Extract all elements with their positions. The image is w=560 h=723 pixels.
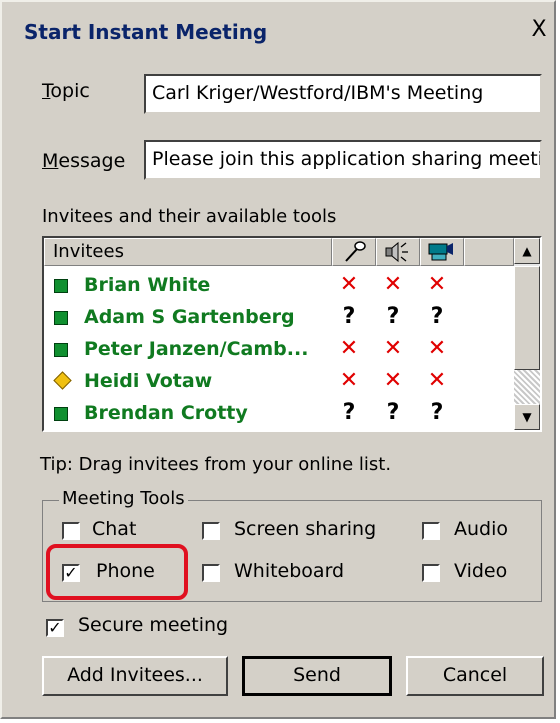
invitee-row[interactable]: Brian White ✕ ✕ ✕ xyxy=(44,270,514,302)
online-status-icon xyxy=(54,407,68,421)
microphone-icon xyxy=(345,241,366,262)
invitee-name: Peter Janzen/Camb... xyxy=(84,338,309,360)
tool-unavailable-icon: ✕ xyxy=(383,336,403,361)
invitee-name: Heidi Votaw xyxy=(84,370,213,392)
drag-tip: Tip: Drag invitees from your online list… xyxy=(40,454,392,475)
invitees-section-label: Invitees and their available tools xyxy=(42,206,337,227)
dialog-title: Start Instant Meeting xyxy=(24,20,268,44)
scroll-up-button[interactable]: ▲ xyxy=(514,238,540,264)
tool-unavailable-icon: ✕ xyxy=(383,272,403,297)
tool-unavailable-icon: ✕ xyxy=(339,368,359,393)
tool-unavailable-icon: ✕ xyxy=(339,272,359,297)
whiteboard-label[interactable]: Whiteboard xyxy=(234,560,344,582)
speaker-column-header[interactable] xyxy=(376,238,420,266)
tool-unknown-icon: ? xyxy=(342,304,356,329)
invitees-scrollbar[interactable]: ▲ ▼ xyxy=(514,238,540,430)
audio-label[interactable]: Audio xyxy=(454,518,508,540)
video-camera-icon xyxy=(428,243,453,261)
whiteboard-checkbox[interactable] xyxy=(202,564,220,582)
screen-sharing-label[interactable]: Screen sharing xyxy=(234,518,376,540)
online-status-icon xyxy=(54,311,68,325)
add-invitees-button[interactable]: Add Invitees... xyxy=(42,656,228,696)
away-status-icon xyxy=(53,371,72,390)
message-label: Message xyxy=(42,150,126,172)
tool-unknown-icon: ? xyxy=(430,304,444,329)
close-button[interactable]: X xyxy=(527,18,551,42)
tool-unavailable-icon: ✕ xyxy=(383,368,403,393)
tool-unknown-icon: ? xyxy=(386,400,400,425)
tool-unknown-icon: ? xyxy=(430,400,444,425)
online-status-icon xyxy=(54,343,68,357)
scroll-down-button[interactable]: ▼ xyxy=(514,404,540,430)
invitee-name: Brendan Crotty xyxy=(84,402,248,424)
audio-column-header[interactable] xyxy=(332,238,376,266)
invitee-row[interactable]: Adam S Gartenberg??? xyxy=(44,302,514,334)
tool-unavailable-icon: ✕ xyxy=(427,336,447,361)
secure-meeting-label[interactable]: Secure meeting xyxy=(78,614,228,636)
invitee-row[interactable]: Brendan Crotty??? xyxy=(44,398,514,430)
tool-unknown-icon: ? xyxy=(342,400,356,425)
tool-unavailable-icon: ✕ xyxy=(427,272,447,297)
invitees-list[interactable]: Invitees Brian White ✕ ✕ ✕ Adam S Garten… xyxy=(42,236,542,432)
start-instant-meeting-dialog: Start Instant Meeting X Topic Carl Krige… xyxy=(0,0,556,719)
speaker-icon xyxy=(385,241,408,263)
scroll-track[interactable] xyxy=(514,370,540,404)
video-checkbox[interactable] xyxy=(422,564,440,582)
video-column-header[interactable] xyxy=(420,238,464,266)
secure-meeting-checkbox[interactable]: ✓ xyxy=(46,619,64,637)
chat-label[interactable]: Chat xyxy=(92,518,136,540)
meeting-tools-title: Meeting Tools xyxy=(59,488,188,509)
topic-label: Topic xyxy=(42,80,90,102)
invitees-column-header[interactable]: Invitees xyxy=(44,238,332,266)
invitee-name: Adam S Gartenberg xyxy=(84,306,295,328)
header-filler xyxy=(464,238,514,266)
invitee-row[interactable]: Heidi Votaw ✕ ✕ ✕ xyxy=(44,366,514,398)
chat-checkbox[interactable] xyxy=(62,522,80,540)
phone-highlight-annotation xyxy=(46,544,188,600)
send-button[interactable]: Send xyxy=(242,656,392,696)
screen-sharing-checkbox[interactable] xyxy=(202,522,220,540)
message-input[interactable]: Please join this application sharing mee… xyxy=(144,140,542,180)
invitee-name: Brian White xyxy=(84,274,211,296)
video-label[interactable]: Video xyxy=(454,560,507,582)
tool-unknown-icon: ? xyxy=(386,304,400,329)
tool-unavailable-icon: ✕ xyxy=(339,336,359,361)
topic-input[interactable]: Carl Kriger/Westford/IBM's Meeting xyxy=(144,74,542,114)
online-status-icon xyxy=(54,279,68,293)
title-bar[interactable]: Start Instant Meeting X xyxy=(8,12,553,52)
cancel-button[interactable]: Cancel xyxy=(406,656,544,696)
invitee-row[interactable]: Peter Janzen/Camb... ✕ ✕ ✕ xyxy=(44,334,514,366)
tool-unavailable-icon: ✕ xyxy=(427,368,447,393)
audio-checkbox[interactable] xyxy=(422,522,440,540)
scroll-thumb[interactable] xyxy=(514,266,540,370)
